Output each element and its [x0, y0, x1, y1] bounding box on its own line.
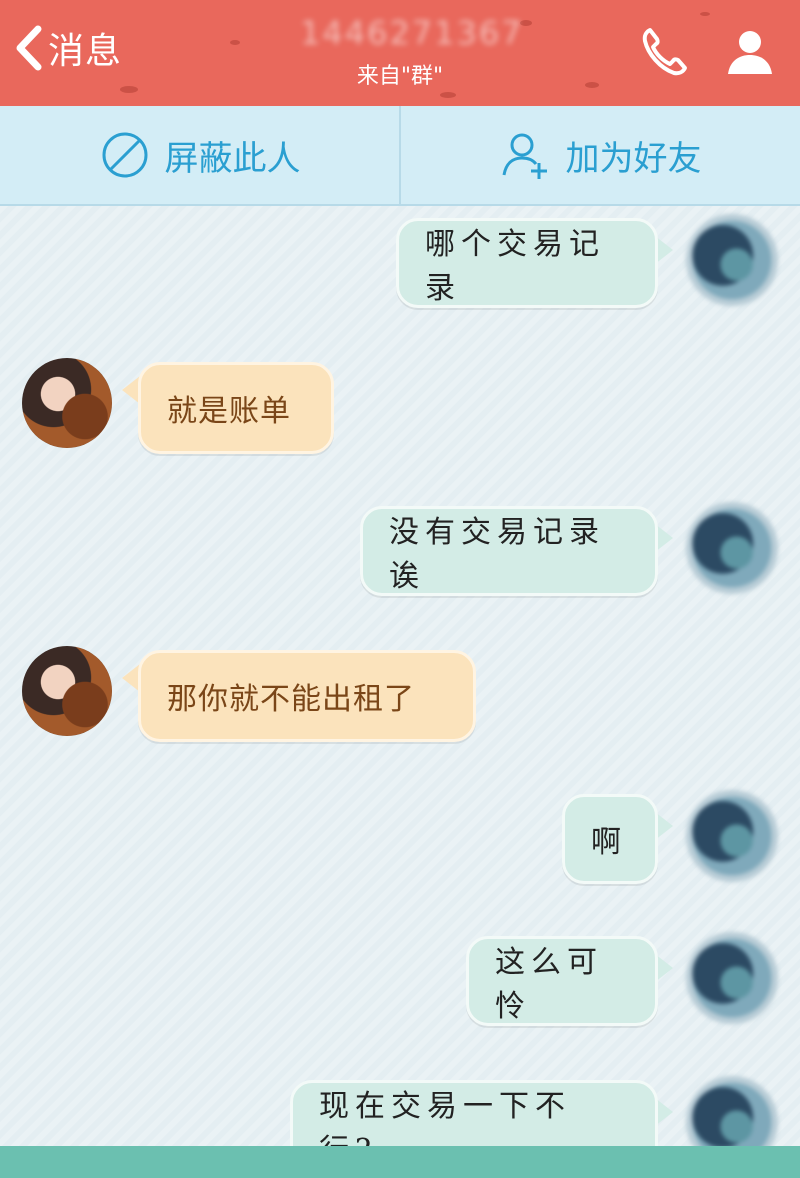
call-button[interactable] [636, 24, 692, 80]
message-bubble[interactable]: 哪个交易记录 [396, 218, 658, 308]
my-avatar[interactable] [686, 1076, 778, 1146]
message-text: 那你就不能出租了 [167, 682, 415, 717]
back-button[interactable]: 消息 [12, 22, 122, 74]
chevron-left-icon [16, 25, 42, 71]
action-bar: 屏蔽此人 加为好友 [0, 106, 800, 206]
message-text: 就是账单 [167, 394, 291, 429]
message-text: 现在交易一下不行? [319, 1089, 571, 1146]
texture-speck [585, 82, 599, 88]
chat-subtitle: 来自"群" [356, 64, 444, 89]
message-text: 没有交易记录诶 [389, 515, 605, 594]
message-bubble[interactable]: 啊 [562, 794, 658, 884]
contact-avatar[interactable] [22, 358, 112, 448]
block-icon [102, 132, 147, 178]
texture-speck [120, 86, 138, 93]
message-bubble[interactable]: 那你就不能出租了 [138, 650, 476, 742]
my-avatar[interactable] [686, 502, 778, 594]
message-bubble[interactable]: 就是账单 [138, 362, 334, 454]
my-avatar[interactable] [686, 214, 778, 306]
message-bubble[interactable]: 这么可怜 [466, 936, 658, 1026]
texture-speck [230, 40, 240, 45]
my-avatar[interactable] [686, 932, 778, 1024]
chat-title: 1446271367 [300, 14, 522, 54]
add-friend-label: 加为好友 [565, 138, 702, 179]
message-bubble[interactable]: 现在交易一下不行? [290, 1080, 658, 1146]
message-list[interactable]: 哪个交易记录 就是账单 没有交易记录诶 那你就不能出租了 啊 这么可怜 现在交易… [0, 206, 800, 1146]
back-label: 消息 [48, 31, 123, 72]
texture-speck [440, 92, 456, 98]
block-user-button[interactable]: 屏蔽此人 [0, 106, 399, 204]
message-text: 哪个交易记录 [425, 227, 605, 306]
person-icon [728, 31, 772, 74]
message-bubble[interactable]: 没有交易记录诶 [360, 506, 658, 596]
add-friend-icon [502, 133, 547, 179]
block-user-label: 屏蔽此人 [164, 138, 301, 179]
contact-id: 1446271367 [300, 14, 524, 52]
chat-header: 消息 1446271367 来自"群" [0, 0, 800, 106]
input-bar[interactable] [0, 1146, 800, 1178]
my-avatar[interactable] [686, 790, 778, 882]
message-text: 啊 [591, 825, 627, 860]
contact-avatar[interactable] [22, 646, 112, 736]
contact-info-button[interactable] [722, 24, 778, 80]
phone-icon [642, 28, 687, 76]
add-friend-button[interactable]: 加为好友 [399, 106, 800, 204]
message-text: 这么可怜 [495, 945, 603, 1024]
texture-speck [700, 12, 710, 16]
